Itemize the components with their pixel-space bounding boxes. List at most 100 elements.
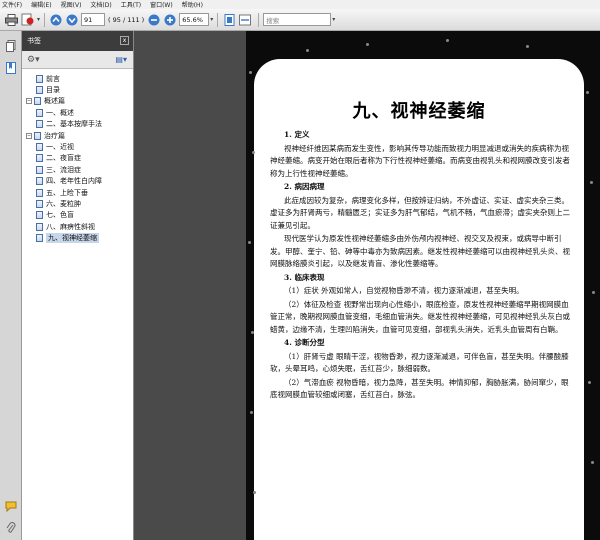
bookmark-item[interactable]: 二、夜盲症 (36, 153, 81, 164)
bookmark-icon (36, 74, 43, 83)
close-icon[interactable]: x (120, 36, 129, 45)
bookmark-label: 六、麦粒肿 (46, 199, 81, 208)
zoom-out-icon[interactable] (147, 13, 161, 27)
scan-noise (253, 491, 256, 494)
bookmark-label: 二、夜盲症 (46, 154, 81, 163)
scan-noise (251, 331, 254, 334)
bookmark-icon (36, 85, 43, 94)
scan-noise (249, 71, 252, 74)
fit-width-icon[interactable] (238, 13, 252, 27)
bookmark-item[interactable]: 六、麦粒肿 (36, 198, 81, 209)
bookmark-icon (36, 211, 43, 220)
bookmark-label: 目录 (46, 85, 60, 94)
bookmarks-panel: 书签 x ⚙▾ ▤▾ 前言目录 − 概述篇 一、概述二、基本按摩手法 − 治疗篇一、近视二… (22, 31, 134, 540)
bookmark-item[interactable]: 三、流泪症 (36, 164, 81, 175)
bookmark-item[interactable]: 四、老年性白内障 (36, 176, 102, 187)
bookmark-label: 五、上睑下垂 (46, 188, 88, 197)
new-bookmark-icon[interactable]: ▤▾ (115, 55, 127, 64)
chevron-down-icon[interactable]: ▾ (37, 16, 40, 23)
bookmark-icon (36, 108, 43, 117)
bookmark-label: 二、基本按摩手法 (46, 120, 102, 129)
section-heading: 3. 临床表现 (284, 272, 325, 282)
collapse-icon[interactable]: − (26, 98, 32, 105)
bookmark-icon (36, 199, 43, 208)
zoom-input[interactable]: 65.6% (179, 13, 210, 26)
bookmark-label: 一、概述 (46, 108, 74, 117)
scan-noise (248, 241, 251, 244)
bookmark-label: 九、视神经萎缩 (46, 233, 99, 244)
bookmark-icon (36, 165, 43, 174)
bookmark-icon (34, 97, 41, 106)
bookmark-item[interactable]: 一、概述 (36, 107, 74, 118)
bookmark-icon (36, 222, 43, 231)
panel-toolbar: ⚙▾ ▤▾ (22, 51, 133, 69)
scanned-page-background: 九、视神经萎缩 1. 定义视神经纤维因某病而发生变性，影响其传导功能而致视力明显… (246, 31, 600, 540)
paragraph: 视神经纤维因某病而发生变性，影响其传导功能而致视力明显减退或消失的疾病称为视神经… (270, 143, 570, 178)
bookmark-icon (36, 188, 43, 197)
menu-document[interactable]: 文档(D) (90, 0, 111, 9)
menu-bar: 文件(F) 编辑(E) 视图(V) 文档(D) 工具(T) 窗口(W) 帮助(H… (0, 0, 600, 9)
fit-page-icon[interactable] (222, 13, 236, 27)
menu-help[interactable]: 帮助(H) (182, 0, 203, 9)
page-title: 九、视神经萎缩 (352, 101, 486, 122)
scan-noise (306, 49, 309, 52)
bookmark-item[interactable]: 目录 (36, 84, 60, 95)
toolbar: ▾ 91 ( 95 / 111 ) 65.6% ▾ 搜索 ▾ (0, 9, 600, 31)
print-icon[interactable] (4, 13, 18, 27)
bookmarks-icon[interactable] (4, 61, 18, 75)
search-dropdown-icon[interactable]: ▾ (332, 16, 335, 23)
bookmark-label: 三、流泪症 (46, 165, 81, 174)
page-number-input[interactable]: 91 (81, 13, 106, 26)
section-heading: 1. 定义 (284, 130, 310, 139)
bookmark-item[interactable]: 五、上睑下垂 (36, 187, 88, 198)
comments-icon[interactable] (4, 499, 18, 513)
paragraph: （1）肝肾亏虚 眼睛干涩，视物昏渺，视力逐渐减退，可伴色盲，甚至失明。伴腰酸膝软… (270, 351, 569, 374)
zoom-dropdown-icon[interactable]: ▾ (210, 16, 213, 23)
paragraph: （2）体征及检查 视野常出现向心性缩小，眼底检查，原发性视神经萎缩早期视网膜血管… (270, 299, 570, 334)
pages-icon[interactable] (4, 39, 18, 53)
bookmark-tree: 前言目录 − 概述篇 一、概述二、基本按摩手法 − 治疗篇一、近视二、夜盲症三、流泪症四、… (22, 69, 133, 540)
scan-noise (591, 461, 594, 464)
panel-header: 书签 x (22, 31, 133, 51)
bookmark-item[interactable]: − 治疗篇 (26, 130, 65, 141)
paragraph: 此症成因较为复杂，病理变化多样，但按辨证归纳，不外虚证、实证、虚实夹杂三类。虚证… (270, 195, 570, 230)
bookmark-item[interactable]: 前言 (36, 73, 60, 84)
search-input[interactable]: 搜索 (263, 13, 332, 26)
collapse-icon[interactable]: − (26, 132, 32, 139)
attachments-icon[interactable] (4, 521, 18, 535)
navigation-pane-strip (0, 31, 22, 540)
bookmark-item[interactable]: − 概述篇 (26, 96, 65, 107)
scan-noise (588, 381, 591, 384)
section-heading: 4. 诊断分型 (284, 338, 325, 347)
bookmark-label: 八、麻痹性斜视 (46, 222, 95, 231)
previous-page-icon[interactable] (49, 13, 63, 27)
bookmark-label: 四、老年性白内障 (46, 177, 102, 186)
menu-window[interactable]: 窗口(W) (150, 0, 173, 9)
bookmark-icon (36, 177, 43, 186)
paragraph: （2）气滞血瘀 视物昏暗，视力急降，甚至失明。神情抑郁，胸胁胀满，胁间窜少，眼底… (270, 377, 569, 400)
menu-view[interactable]: 视图(V) (61, 0, 82, 9)
bookmark-item[interactable]: 七、色盲 (36, 210, 74, 221)
page-body: 1. 定义视神经纤维因某病而发生变性，影响其传导功能而致视力明显减退或消失的疾病… (270, 129, 576, 403)
zoom-in-icon[interactable] (163, 13, 177, 27)
paragraph: （1）症状 外观如常人，自觉视物昏渺不清，视力逐渐减退，甚至失明。 (284, 286, 524, 295)
options-icon[interactable]: ⚙▾ (27, 55, 40, 65)
bookmark-item[interactable]: 一、近视 (36, 141, 74, 152)
document-view[interactable]: 九、视神经萎缩 1. 定义视神经纤维因某病而发生变性，影响其传导功能而致视力明显… (134, 31, 600, 540)
next-page-icon[interactable] (65, 13, 79, 27)
menu-tools[interactable]: 工具(T) (121, 0, 141, 9)
scan-noise (526, 45, 529, 48)
create-pdf-icon[interactable] (20, 13, 34, 27)
bookmark-icon (36, 234, 43, 243)
menu-edit[interactable]: 编辑(E) (31, 0, 51, 9)
scan-noise (446, 39, 449, 42)
menu-file[interactable]: 文件(F) (2, 0, 22, 9)
bookmark-icon (36, 142, 43, 151)
paragraph: 现代医学认为原发性视神经萎缩多由外伤颅内视神经、视交叉及视束，或病导中断引发。甲… (270, 234, 570, 268)
bookmark-item[interactable]: 二、基本按摩手法 (36, 119, 102, 130)
bookmark-item[interactable]: 八、麻痹性斜视 (36, 221, 95, 232)
bookmark-label: 治疗篇 (44, 131, 65, 140)
bookmark-label: 一、近视 (46, 142, 74, 151)
bookmark-item[interactable]: 九、视神经萎缩 (36, 233, 99, 244)
bookmark-label: 前言 (46, 74, 60, 83)
